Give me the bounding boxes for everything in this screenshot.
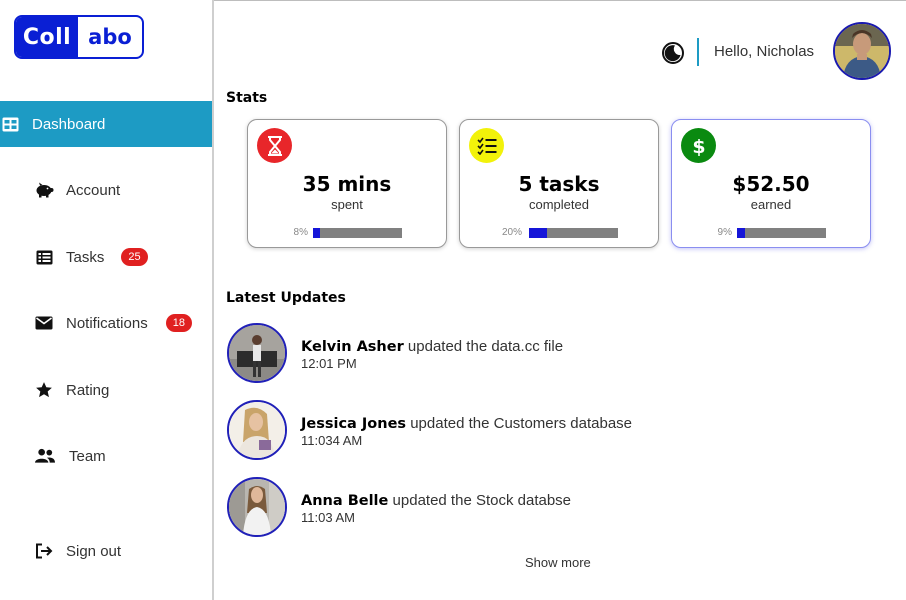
list-table-icon xyxy=(34,247,54,267)
piggy-bank-icon xyxy=(34,180,54,200)
sidebar-item-tasks[interactable]: Tasks 25 xyxy=(0,234,212,280)
avatar xyxy=(227,323,287,383)
moon-icon xyxy=(661,42,685,69)
stat-progress-bar xyxy=(313,228,402,238)
updates-title: Latest Updates xyxy=(226,290,346,306)
user-avatar[interactable] xyxy=(833,22,891,80)
stats-title: Stats xyxy=(226,90,268,106)
sidebar-item-rating[interactable]: Rating xyxy=(0,367,212,413)
checklist-icon xyxy=(469,128,504,163)
logo[interactable]: Coll abo xyxy=(14,15,144,59)
update-text: Jessica Jones updated the Customers data… xyxy=(301,415,632,432)
stat-progress-fill xyxy=(313,228,321,238)
sidebar-item-team[interactable]: Team xyxy=(0,433,212,479)
update-time: 11:034 AM xyxy=(301,433,363,448)
envelope-icon xyxy=(34,313,54,333)
header-divider xyxy=(697,38,699,66)
stat-progress-fill xyxy=(529,228,547,238)
stat-sub: spent xyxy=(331,197,363,212)
stat-progress-fill xyxy=(737,228,745,238)
update-user-name: Kelvin Asher xyxy=(301,339,404,355)
sign-out-button[interactable]: Sign out xyxy=(0,528,212,574)
stat-value: $52.50 xyxy=(732,172,810,196)
stat-card-earned: $ $52.50 earned 9% xyxy=(671,119,871,248)
users-icon xyxy=(35,446,55,466)
sidebar-item-account[interactable]: Account xyxy=(0,167,212,213)
update-user-name: Jessica Jones xyxy=(301,416,407,432)
svg-text:$: $ xyxy=(692,136,705,157)
update-time: 12:01 PM xyxy=(301,356,357,371)
sign-out-icon xyxy=(34,541,54,561)
update-text: Anna Belle updated the Stock databse xyxy=(301,492,571,509)
logo-part-2: abo xyxy=(88,25,132,49)
theme-toggle-button[interactable] xyxy=(661,41,685,65)
hourglass-icon xyxy=(257,128,292,163)
stat-sub: earned xyxy=(750,197,792,212)
sidebar: Coll abo Dashboard Account Tasks 25 Noti… xyxy=(0,0,214,600)
update-text: Kelvin Asher updated the data.cc file xyxy=(301,338,563,355)
update-item[interactable]: Anna Belle updated the Stock databse 11:… xyxy=(226,477,826,539)
stat-percent: 20% xyxy=(501,227,522,238)
avatar xyxy=(227,400,287,460)
user-greeting: Hello, Nicholas xyxy=(714,43,815,60)
update-action: updated the data.cc file xyxy=(403,338,564,355)
stat-percent: 9% xyxy=(717,227,732,238)
avatar xyxy=(227,477,287,537)
sidebar-item-label: Account xyxy=(66,181,121,199)
sidebar-item-label: Rating xyxy=(66,381,110,399)
sidebar-item-notifications[interactable]: Notifications 18 xyxy=(0,300,212,346)
dollar-icon: $ xyxy=(681,128,716,163)
sidebar-item-dashboard[interactable]: Dashboard xyxy=(0,101,212,147)
tasks-badge: 25 xyxy=(121,248,148,266)
sidebar-item-label: Tasks xyxy=(66,248,105,266)
stat-percent: 8% xyxy=(293,227,308,238)
show-more-link[interactable]: Show more xyxy=(525,555,591,570)
stat-card-tasks: 5 tasks completed 20% xyxy=(459,119,659,248)
stat-sub: completed xyxy=(529,197,589,212)
update-action: updated the Customers database xyxy=(406,415,633,432)
sidebar-item-label: Notifications xyxy=(66,314,148,332)
sidebar-item-label: Team xyxy=(69,447,106,465)
stat-progress-bar xyxy=(529,228,618,238)
stat-value: 5 tasks xyxy=(518,172,600,196)
notifications-badge: 18 xyxy=(165,314,192,332)
update-user-name: Anna Belle xyxy=(301,493,389,509)
table-icon xyxy=(0,114,20,134)
sign-out-label: Sign out xyxy=(66,542,122,560)
stat-card-time: 35 mins spent 8% xyxy=(247,119,447,248)
logo-part-1: Coll xyxy=(16,17,78,57)
update-time: 11:03 AM xyxy=(301,510,355,525)
stat-progress-bar xyxy=(737,228,826,238)
star-icon xyxy=(34,380,54,400)
update-item[interactable]: Kelvin Asher updated the data.cc file 12… xyxy=(226,323,826,385)
sidebar-item-label: Dashboard xyxy=(32,115,106,133)
stat-value: 35 mins xyxy=(302,172,392,196)
update-item[interactable]: Jessica Jones updated the Customers data… xyxy=(226,400,826,462)
update-action: updated the Stock databse xyxy=(388,492,572,509)
